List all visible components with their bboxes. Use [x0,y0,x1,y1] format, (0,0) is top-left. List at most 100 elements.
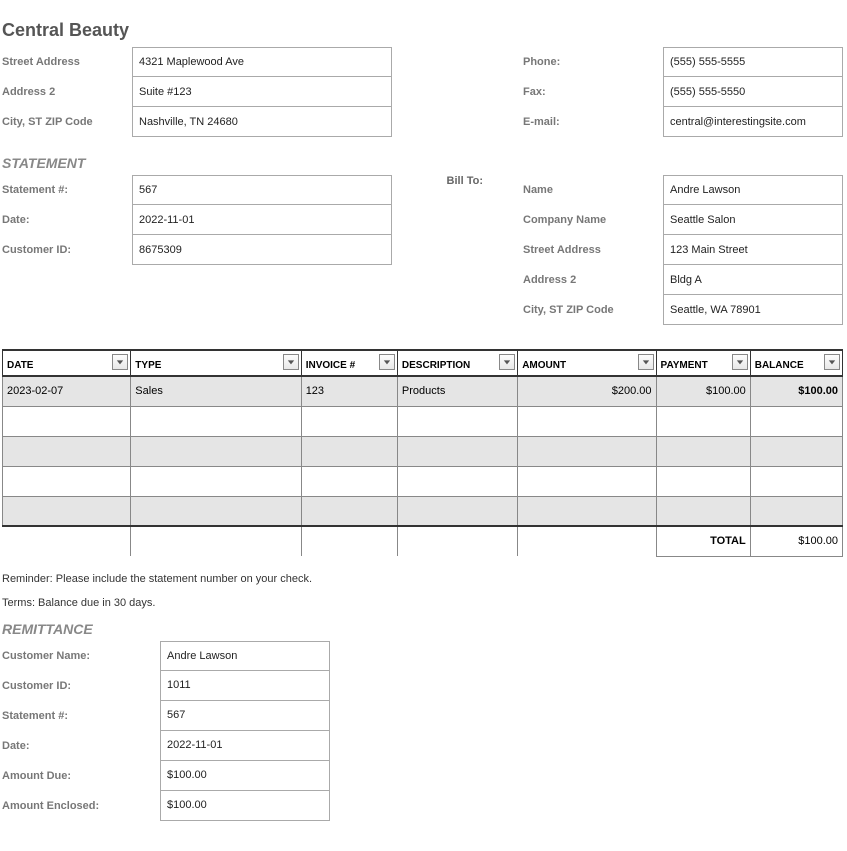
label-billto-address2: Address 2 [523,265,663,295]
field-remit-due[interactable]: $100.00 [160,761,330,791]
cell[interactable] [301,406,397,436]
label-street: Street Address [2,47,132,77]
cell[interactable] [301,436,397,466]
col-date[interactable]: DATE [3,350,131,376]
statement-table: DATE TYPE INVOICE # DESCRIPTION AMOUNT P… [2,349,843,557]
filter-icon[interactable] [732,354,748,370]
table-row [3,496,843,526]
col-balance-label: BALANCE [755,360,804,371]
cell[interactable] [131,436,301,466]
label-remit-statement: Statement #: [2,701,160,731]
cell[interactable] [131,406,301,436]
field-email[interactable]: central@interestingsite.com [663,107,843,137]
cell[interactable] [656,466,750,496]
filter-icon[interactable] [283,354,299,370]
remittance-block: Customer Name: Customer ID: Statement #:… [2,641,843,821]
filter-icon[interactable] [638,354,654,370]
field-remit-name[interactable]: Andre Lawson [160,641,330,671]
field-street[interactable]: 4321 Maplewood Ave [132,47,392,77]
cell[interactable] [3,466,131,496]
label-billto-city: City, ST ZIP Code [523,295,663,325]
col-balance[interactable]: BALANCE [750,350,842,376]
cell[interactable] [3,406,131,436]
field-fax[interactable]: (555) 555-5550 [663,77,843,107]
col-amount-label: AMOUNT [522,360,566,371]
field-billto-name[interactable]: Andre Lawson [663,175,843,205]
cell[interactable] [750,496,842,526]
field-customer-id[interactable]: 8675309 [132,235,392,265]
label-remit-date: Date: [2,731,160,761]
cell-date[interactable]: 2023-02-07 [3,376,131,406]
billto-heading: Bill To: [392,175,523,195]
cell[interactable] [3,436,131,466]
filter-icon[interactable] [499,354,515,370]
col-invoice-label: INVOICE # [306,360,355,371]
col-description[interactable]: DESCRIPTION [397,350,517,376]
col-type-label: TYPE [135,360,161,371]
cell[interactable] [518,436,656,466]
table-row: 2023-02-07 Sales 123 Products $200.00 $1… [3,376,843,406]
label-billto-name: Name [523,175,663,205]
cell [3,526,131,556]
field-billto-company[interactable]: Seattle Salon [663,205,843,235]
total-value: $100.00 [750,526,842,556]
cell[interactable] [518,466,656,496]
field-billto-street[interactable]: 123 Main Street [663,235,843,265]
field-billto-city[interactable]: Seattle, WA 78901 [663,295,843,325]
cell[interactable] [656,406,750,436]
field-phone[interactable]: (555) 555-5555 [663,47,843,77]
cell[interactable] [518,496,656,526]
cell-description[interactable]: Products [397,376,517,406]
cell[interactable] [397,466,517,496]
col-description-label: DESCRIPTION [402,360,470,371]
cell[interactable] [518,406,656,436]
total-row: TOTAL $100.00 [3,526,843,556]
label-email: E-mail: [523,107,663,137]
cell-invoice[interactable]: 123 [301,376,397,406]
filter-icon[interactable] [824,354,840,370]
statement-block: Statement #: Date: Customer ID: 567 2022… [2,175,843,325]
label-address2: Address 2 [2,77,132,107]
field-remit-statement[interactable]: 567 [160,701,330,731]
table-row [3,466,843,496]
cell[interactable] [301,466,397,496]
col-type[interactable]: TYPE [131,350,301,376]
cell[interactable] [3,496,131,526]
cell[interactable] [750,406,842,436]
col-amount[interactable]: AMOUNT [518,350,656,376]
table-row [3,406,843,436]
cell[interactable] [131,496,301,526]
field-address2[interactable]: Suite #123 [132,77,392,107]
cell [131,526,301,556]
cell[interactable] [397,436,517,466]
total-label: TOTAL [656,526,750,556]
cell-type[interactable]: Sales [131,376,301,406]
cell[interactable] [656,496,750,526]
cell-payment[interactable]: $100.00 [656,376,750,406]
field-statement-date[interactable]: 2022-11-01 [132,205,392,235]
cell[interactable] [397,496,517,526]
cell[interactable] [397,406,517,436]
filter-icon[interactable] [379,354,395,370]
terms-note: Terms: Balance due in 30 days. [2,597,843,609]
cell[interactable] [656,436,750,466]
label-city: City, ST ZIP Code [2,107,132,137]
field-city[interactable]: Nashville, TN 24680 [132,107,392,137]
company-name: Central Beauty [2,20,843,41]
field-statement-number[interactable]: 567 [132,175,392,205]
label-billto-street: Street Address [523,235,663,265]
col-payment[interactable]: PAYMENT [656,350,750,376]
cell-balance[interactable]: $100.00 [750,376,842,406]
statement-heading: STATEMENT [2,155,843,171]
cell[interactable] [750,436,842,466]
cell[interactable] [750,466,842,496]
col-invoice[interactable]: INVOICE # [301,350,397,376]
field-remit-enclosed[interactable]: $100.00 [160,791,330,821]
cell[interactable] [131,466,301,496]
field-billto-address2[interactable]: Bldg A [663,265,843,295]
field-remit-date[interactable]: 2022-11-01 [160,731,330,761]
filter-icon[interactable] [112,354,128,370]
cell[interactable] [301,496,397,526]
field-remit-id[interactable]: 1011 [160,671,330,701]
cell-amount[interactable]: $200.00 [518,376,656,406]
